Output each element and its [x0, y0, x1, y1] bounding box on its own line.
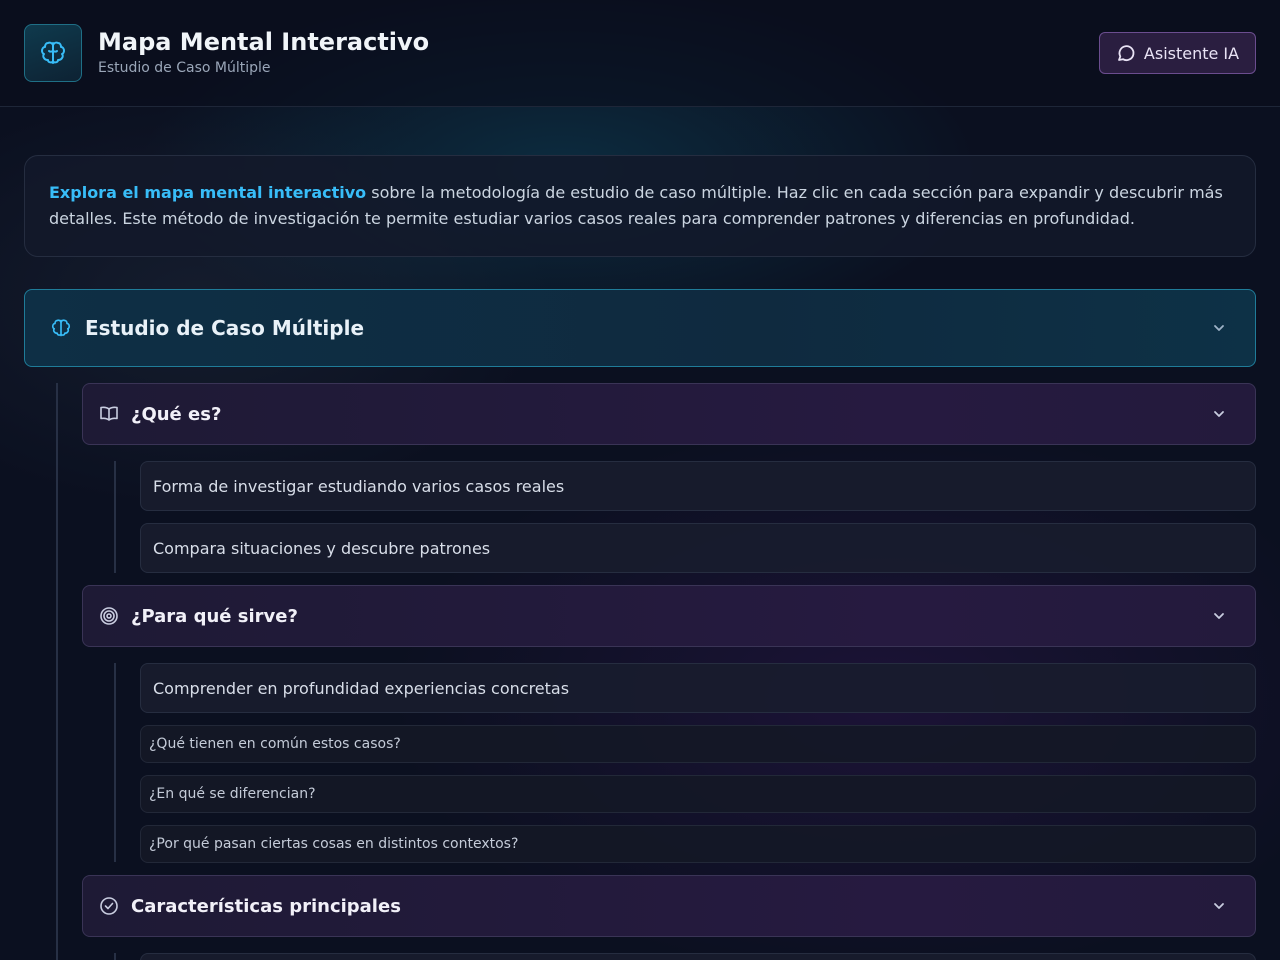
question-item[interactable]: ¿Qué tienen en común estos casos? — [140, 725, 1256, 763]
list-item[interactable]: Forma de investigar estudiando varios ca… — [140, 461, 1256, 511]
ai-assistant-button[interactable]: Asistente IA — [1099, 32, 1256, 74]
app-title: Mapa Mental Interactivo — [98, 28, 430, 56]
intro-highlight: Explora el mapa mental interactivo — [49, 183, 367, 202]
root-node[interactable]: Estudio de Caso Múltiple — [24, 289, 1256, 367]
list-item[interactable]: Comprender en profundidad experiencias c… — [140, 663, 1256, 713]
chevron-down-icon[interactable] — [1211, 406, 1227, 422]
section-que-es[interactable]: ¿Qué es? — [82, 383, 1256, 445]
section-caracteristicas[interactable]: Características principales — [82, 875, 1256, 937]
question-item[interactable]: ¿Por qué pasan ciertas cosas en distinto… — [140, 825, 1256, 863]
section-para-que-sirve[interactable]: ¿Para qué sirve? — [82, 585, 1256, 647]
app-header: Mapa Mental Interactivo Estudio de Caso … — [0, 0, 1280, 107]
app-logo — [24, 24, 82, 82]
section-title: Características principales — [131, 895, 401, 917]
tree-guide-line — [114, 461, 116, 573]
page: Mapa Mental Interactivo Estudio de Caso … — [0, 0, 1280, 960]
intro-panel: Explora el mapa mental interactivo sobre… — [24, 155, 1256, 257]
app-subtitle: Estudio de Caso Múltiple — [98, 60, 271, 76]
chevron-down-icon[interactable] — [1211, 320, 1227, 336]
tree-guide-line — [114, 953, 116, 960]
chevron-down-icon[interactable] — [1211, 898, 1227, 914]
tree-guide-line — [56, 383, 58, 960]
list-item-partial[interactable] — [140, 953, 1256, 960]
brain-icon — [37, 37, 69, 69]
question-item[interactable]: ¿En qué se diferencian? — [140, 775, 1256, 813]
target-icon — [99, 606, 119, 626]
root-title: Estudio de Caso Múltiple — [85, 316, 365, 340]
message-circle-icon — [1116, 43, 1136, 63]
ai-assistant-label: Asistente IA — [1143, 43, 1240, 63]
check-circle-icon — [99, 896, 119, 916]
section-title: ¿Para qué sirve? — [131, 605, 298, 627]
brain-icon — [49, 316, 73, 340]
book-open-icon — [99, 404, 119, 424]
tree-guide-line — [114, 663, 116, 862]
chevron-down-icon[interactable] — [1211, 608, 1227, 624]
section-title: ¿Qué es? — [131, 403, 222, 425]
list-item[interactable]: Compara situaciones y descubre patrones — [140, 523, 1256, 573]
